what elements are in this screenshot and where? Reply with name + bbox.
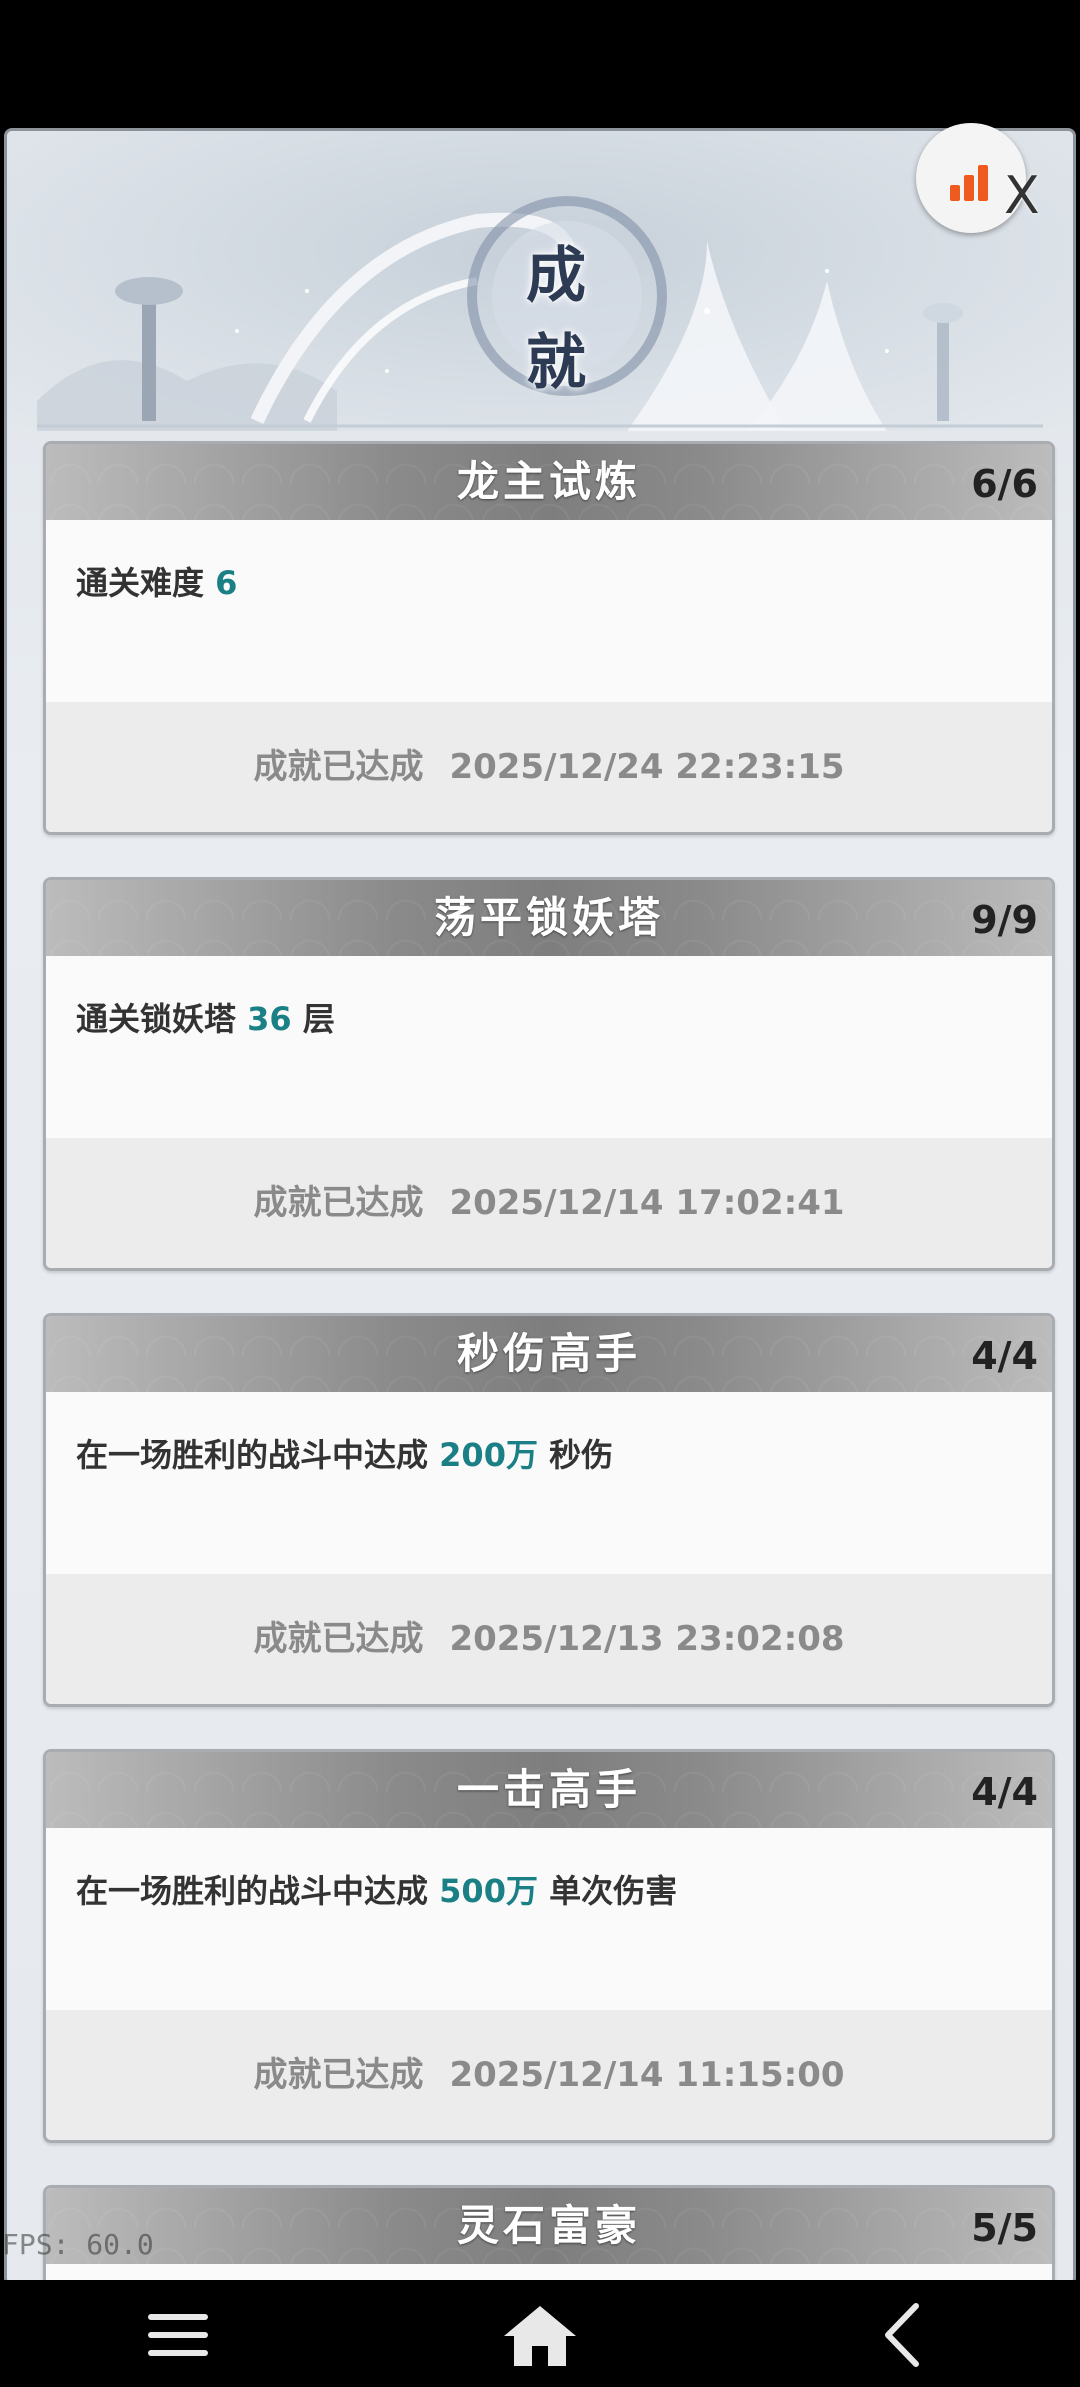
achievement-description: 在一场胜利的战斗中达成 200万 秒伤 bbox=[76, 1430, 613, 1476]
card-header: 秒伤高手 4/4 bbox=[46, 1316, 1052, 1392]
achievement-progress: 9/9 bbox=[971, 898, 1038, 942]
menu-icon bbox=[148, 2314, 208, 2356]
desc-value: 36 bbox=[247, 1000, 292, 1038]
achievement-description: 通关锁妖塔 36 层 bbox=[76, 994, 335, 1040]
desc-value: 500万 bbox=[439, 1872, 538, 1910]
desc-suffix: 层 bbox=[291, 1000, 335, 1038]
desc-text: 通关锁妖塔 bbox=[76, 1000, 248, 1038]
achievement-status: 成就已达成 bbox=[253, 1183, 424, 1223]
desc-text: 在一场胜利的战斗中达成 bbox=[76, 1436, 440, 1474]
achievement-time: 2025/12/13 23:02:08 bbox=[449, 1619, 845, 1659]
desc-value: 200万 bbox=[439, 1436, 538, 1474]
achievement-status: 成就已达成 bbox=[253, 2055, 424, 2095]
achievement-status: 成就已达成 bbox=[253, 747, 424, 787]
achievement-title: 荡平锁妖塔 bbox=[433, 893, 664, 942]
back-icon bbox=[885, 2303, 919, 2367]
back-button[interactable] bbox=[870, 2300, 950, 2370]
desc-suffix: 秒伤 bbox=[537, 1436, 614, 1474]
home-button[interactable] bbox=[500, 2300, 580, 2370]
menu-button[interactable] bbox=[140, 2300, 220, 2370]
card-body: 通关锁妖塔 36 层 bbox=[46, 956, 1052, 1138]
achievement-description: 通关难度 6 bbox=[76, 558, 237, 604]
achievement-progress: 5/5 bbox=[971, 2206, 1038, 2250]
page-title: 成就 bbox=[526, 241, 588, 398]
achievement-time: 2025/12/14 17:02:41 bbox=[449, 1183, 845, 1223]
close-button[interactable]: X bbox=[1004, 166, 1054, 226]
achievement-title: 灵石富豪 bbox=[456, 2201, 641, 2250]
card-header: 一击高手 4/4 bbox=[46, 1752, 1052, 1828]
header-banner: 成就 bbox=[7, 131, 1073, 431]
achievement-card: 秒伤高手 4/4 在一场胜利的战斗中达成 200万 秒伤 成就已达成 2025/1… bbox=[43, 1313, 1055, 1707]
desc-suffix: 单次伤害 bbox=[537, 1872, 678, 1910]
fps-counter: FPS: 60.0 bbox=[2, 2228, 154, 2261]
card-footer: 成就已达成 2025/12/14 17:02:41 bbox=[46, 1138, 1052, 1268]
desc-text: 通关难度 bbox=[76, 564, 216, 602]
achievement-progress: 6/6 bbox=[971, 462, 1038, 506]
achievement-card: 荡平锁妖塔 9/9 通关锁妖塔 36 层 成就已达成 2025/12/14 17:… bbox=[43, 877, 1055, 1271]
system-navigation-bar bbox=[0, 2280, 1080, 2387]
card-footer: 成就已达成 2025/12/24 22:23:15 bbox=[46, 702, 1052, 832]
achievement-card: 龙主试炼 6/6 通关难度 6 成就已达成 2025/12/24 22:23:15 bbox=[43, 441, 1055, 835]
achievement-time: 2025/12/14 11:15:00 bbox=[449, 2055, 845, 2095]
card-footer: 成就已达成 2025/12/14 11:15:00 bbox=[46, 2010, 1052, 2140]
card-header: 灵石富豪 5/5 bbox=[46, 2188, 1052, 2264]
desc-text: 在一场胜利的战斗中达成 bbox=[76, 1872, 440, 1910]
achievement-progress: 4/4 bbox=[971, 1770, 1038, 1814]
desc-value: 6 bbox=[215, 564, 238, 602]
card-header: 荡平锁妖塔 9/9 bbox=[46, 880, 1052, 956]
close-icon: X bbox=[1004, 166, 1040, 226]
achievement-description: 在一场胜利的战斗中达成 500万 单次伤害 bbox=[76, 1866, 677, 1912]
achievement-title: 龙主试炼 bbox=[456, 457, 641, 506]
achievement-progress: 4/4 bbox=[971, 1334, 1038, 1378]
card-body: 在一场胜利的战斗中达成 500万 单次伤害 bbox=[46, 1828, 1052, 2010]
achievement-card: 一击高手 4/4 在一场胜利的战斗中达成 500万 单次伤害 成就已达成 2025… bbox=[43, 1749, 1055, 2143]
card-footer: 成就已达成 2025/12/13 23:02:08 bbox=[46, 1574, 1052, 1704]
achievement-card: 灵石富豪 5/5 bbox=[43, 2185, 1055, 2283]
achievement-title: 一击高手 bbox=[456, 1765, 641, 1814]
achievement-time: 2025/12/24 22:23:15 bbox=[449, 747, 845, 787]
achievements-panel: 成就 龙主试炼 6/6 通关难度 6 成就已达成 2025/12/24 22:23… bbox=[4, 128, 1076, 2286]
home-icon bbox=[504, 2306, 576, 2366]
card-header: 龙主试炼 6/6 bbox=[46, 444, 1052, 520]
card-body: 在一场胜利的战斗中达成 200万 秒伤 bbox=[46, 1392, 1052, 1574]
achievement-title: 秒伤高手 bbox=[456, 1329, 641, 1378]
achievement-status: 成就已达成 bbox=[253, 1619, 424, 1659]
card-body: 通关难度 6 bbox=[46, 520, 1052, 702]
